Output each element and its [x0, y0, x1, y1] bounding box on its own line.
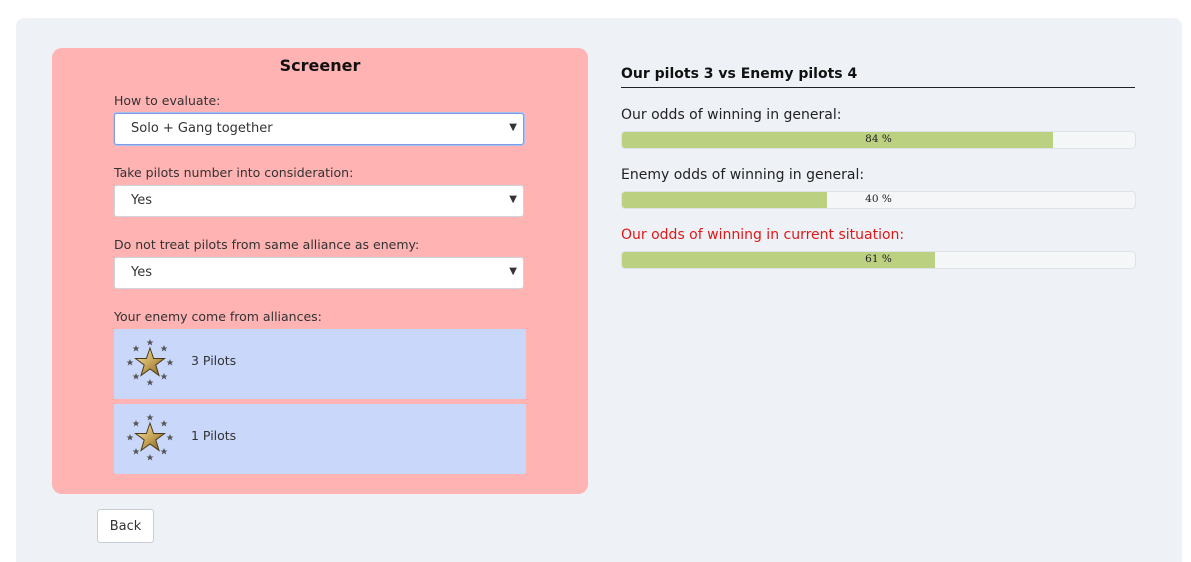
evaluate-label: How to evaluate:: [114, 93, 221, 108]
enemy-odds-general-label: Enemy odds of winning in general:: [621, 167, 865, 183]
star-emblem-icon: [124, 412, 176, 464]
alliance-card[interactable]: 1 Pilots: [114, 404, 526, 474]
caret-down-icon: ▼: [509, 122, 517, 133]
same-alliance-select-value: Yes: [131, 265, 152, 280]
alliance-card[interactable]: 3 Pilots: [114, 329, 526, 399]
screener-title: Screener: [279, 56, 361, 75]
evaluate-select[interactable]: Solo + Gang together ▼: [114, 113, 524, 145]
our-odds-current-label: Our odds of winning in current situation…: [621, 227, 905, 243]
caret-down-icon: ▼: [509, 194, 517, 205]
evaluate-select-value: Solo + Gang together: [131, 121, 273, 136]
pilots-number-select[interactable]: Yes ▼: [114, 185, 524, 217]
our-odds-general-bar: 84 %: [621, 131, 1136, 149]
progress-value: 61 %: [865, 253, 892, 265]
screener-panel: Screener How to evaluate: Solo + Gang to…: [52, 48, 588, 494]
progress-value: 40 %: [865, 193, 892, 205]
same-alliance-label: Do not treat pilots from same alliance a…: [114, 237, 420, 252]
caret-down-icon: ▼: [509, 266, 517, 277]
enemy-odds-general-bar: 40 %: [621, 191, 1136, 209]
alliances-label: Your enemy come from alliances:: [114, 309, 322, 324]
pilots-number-label: Take pilots number into consideration:: [114, 165, 354, 180]
our-odds-general-label: Our odds of winning in general:: [621, 107, 842, 123]
back-button[interactable]: Back: [97, 509, 154, 543]
page-background: Screener How to evaluate: Solo + Gang to…: [16, 18, 1182, 562]
matchup-heading: Our pilots 3 vs Enemy pilots 4: [621, 66, 1135, 88]
our-odds-current-bar: 61 %: [621, 251, 1136, 269]
alliance-pilots-count: 1 Pilots: [191, 428, 237, 443]
pilots-number-select-value: Yes: [131, 193, 152, 208]
progress-value: 84 %: [865, 133, 892, 145]
star-emblem-icon: [124, 337, 176, 389]
same-alliance-select[interactable]: Yes ▼: [114, 257, 524, 289]
alliance-pilots-count: 3 Pilots: [191, 353, 237, 368]
